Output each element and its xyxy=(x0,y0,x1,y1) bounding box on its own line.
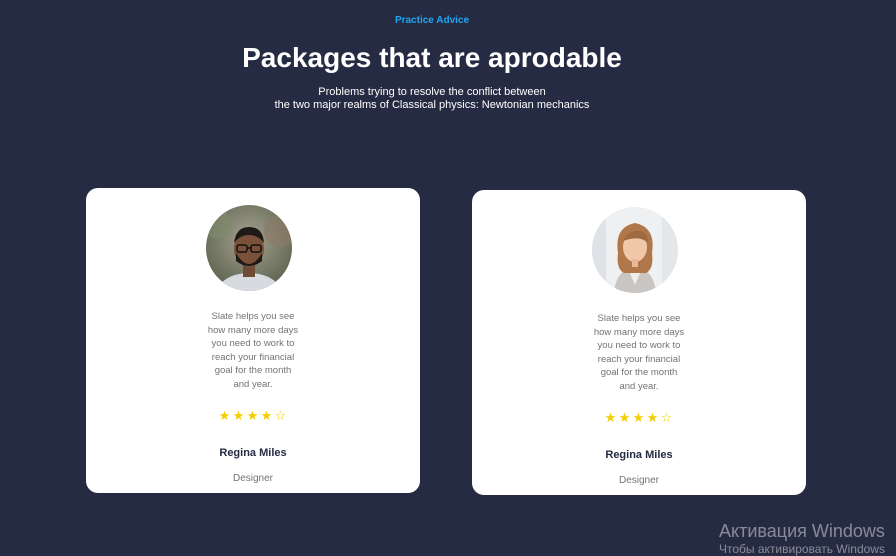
reviewer-name: Regina Miles xyxy=(605,449,673,461)
quote-line: reach your financial xyxy=(211,351,295,363)
star-filled-icon: ★ xyxy=(246,408,260,423)
section-subtitle: Problems trying to resolve the conflict … xyxy=(0,86,864,112)
section-title: Packages that are aprodable xyxy=(242,42,622,73)
star-filled-icon: ★ xyxy=(604,410,618,425)
watermark-line-2: Чтобы активировать Windows xyxy=(719,542,885,556)
star-filled-icon: ★ xyxy=(260,408,274,423)
star-filled-icon: ★ xyxy=(618,410,632,425)
quote-line: goal for the month xyxy=(214,365,292,376)
quote-line: how many more days xyxy=(207,324,299,336)
quote-line: Slate helps you see xyxy=(211,311,295,322)
quote-line: goal for the month xyxy=(600,367,678,378)
star-filled-icon: ★ xyxy=(232,408,246,423)
star-empty-icon: ☆ xyxy=(274,408,288,423)
testimonial-card: Slate helps you see how many more days y… xyxy=(86,188,420,493)
section-eyebrow: Practice Advice xyxy=(394,15,470,26)
reviewer-name: Regina Miles xyxy=(219,447,287,459)
watermark-line-1: Активация Windows xyxy=(719,521,885,541)
testimonial-quote: Slate helps you see how many more days y… xyxy=(569,312,709,393)
subtitle-line-2: the two major realms of Classical physic… xyxy=(274,99,590,111)
quote-line: and year. xyxy=(233,378,273,390)
quote-line: you need to work to xyxy=(211,338,295,349)
star-filled-icon: ★ xyxy=(218,408,232,423)
reviewer-role: Designer xyxy=(618,475,660,486)
quote-line: you need to work to xyxy=(597,340,681,351)
testimonial-quote: Slate helps you see how many more days y… xyxy=(183,310,323,391)
testimonial-card: Slate helps you see how many more days y… xyxy=(472,190,806,495)
avatar xyxy=(592,207,678,293)
quote-line: and year. xyxy=(619,380,659,392)
star-empty-icon: ☆ xyxy=(660,410,674,425)
woman-portrait-icon xyxy=(592,207,678,293)
avatar xyxy=(206,205,292,291)
man-portrait-icon xyxy=(206,205,292,291)
star-filled-icon: ★ xyxy=(632,410,646,425)
subtitle-line-1: Problems trying to resolve the conflict … xyxy=(318,86,546,98)
quote-line: how many more days xyxy=(593,326,685,338)
windows-activation-watermark: Активация Windows Чтобы активировать Win… xyxy=(719,520,896,556)
star-rating: ★★★★☆ xyxy=(86,408,420,424)
quote-line: reach your financial xyxy=(597,353,681,365)
reviewer-role: Designer xyxy=(232,473,274,484)
star-filled-icon: ★ xyxy=(646,410,660,425)
page: Practice Advice Packages that are aproda… xyxy=(0,0,896,556)
star-rating: ★★★★☆ xyxy=(472,410,806,426)
quote-line: Slate helps you see xyxy=(597,313,681,324)
